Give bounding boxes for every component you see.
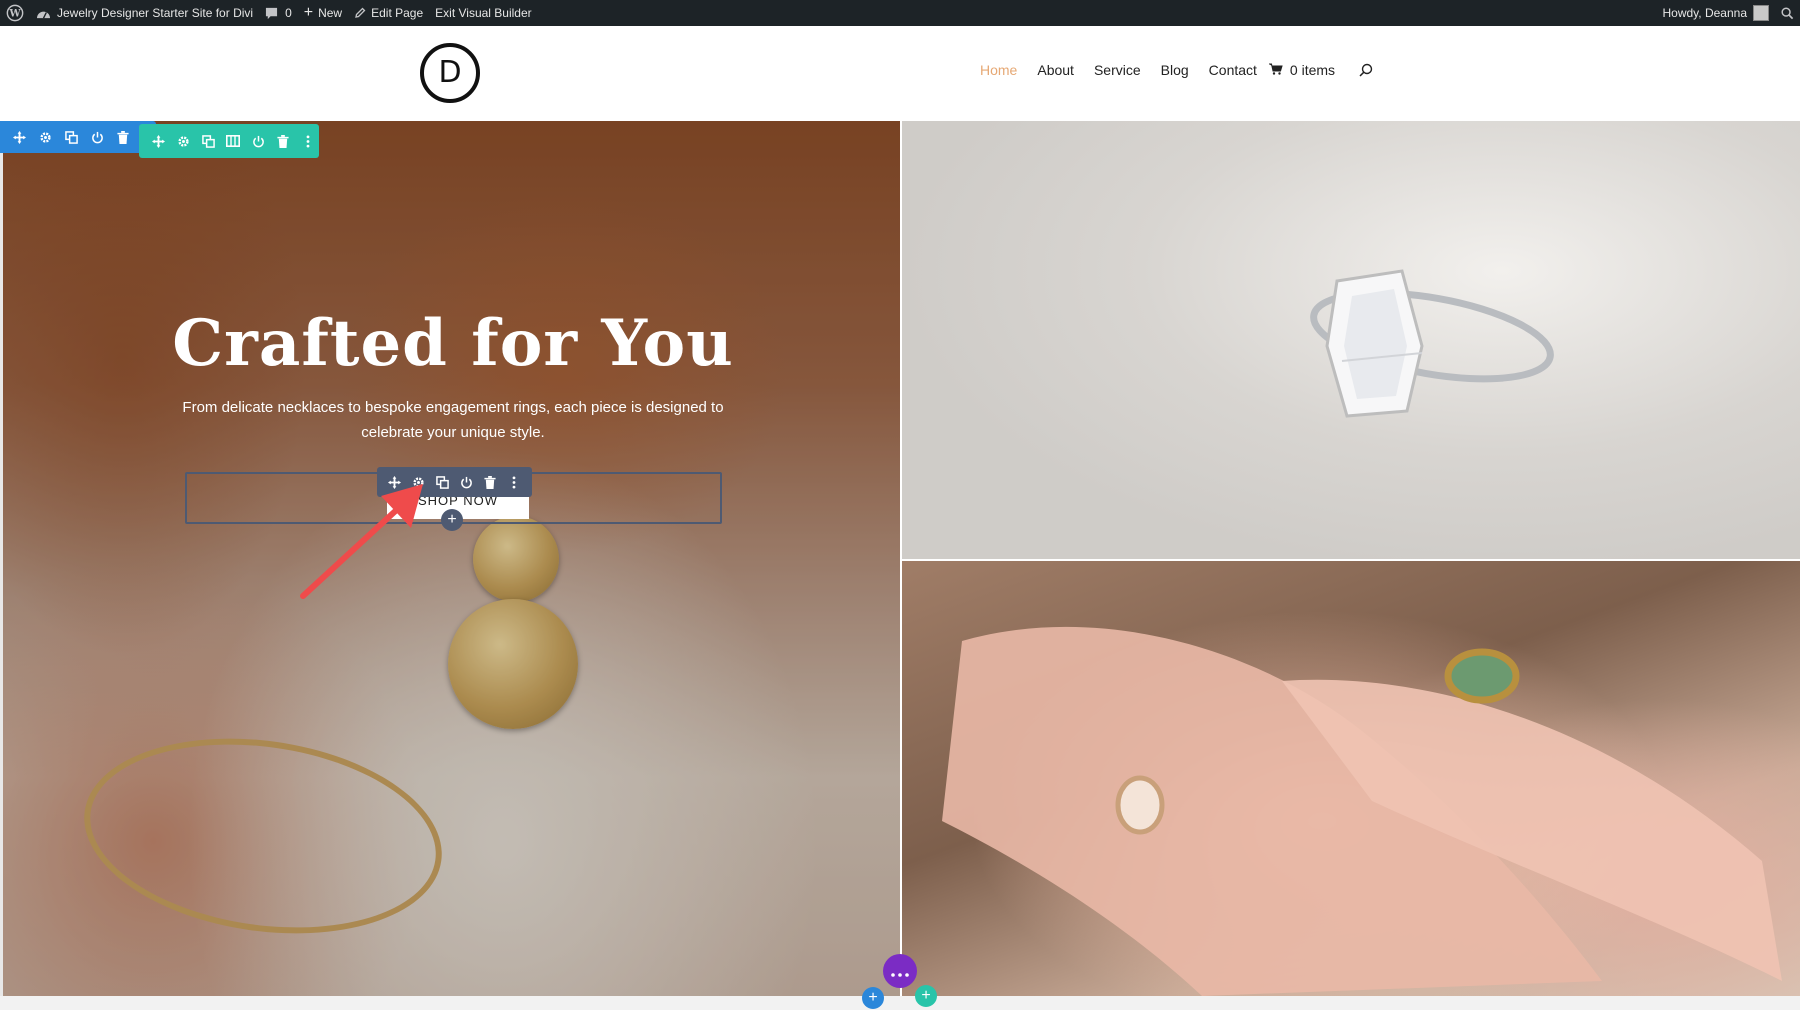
move-icon[interactable] — [149, 132, 167, 150]
ring-illustration — [1310, 269, 1554, 418]
dashboard-icon — [36, 7, 51, 20]
hands-illustration — [942, 626, 1782, 996]
add-row-button[interactable]: + — [915, 985, 937, 1007]
gear-icon[interactable] — [36, 128, 54, 146]
nav-contact[interactable]: Contact — [1209, 62, 1257, 78]
logo-letter: D — [438, 55, 462, 90]
footer-strip — [0, 996, 1800, 1010]
add-section-button[interactable]: + — [862, 987, 884, 1009]
nav-service[interactable]: Service — [1094, 62, 1141, 78]
ring-on-fabric-image — [902, 121, 1800, 559]
new-label: New — [318, 6, 343, 20]
site-title: Jewelry Designer Starter Site for Divi — [57, 6, 254, 20]
section-toolbar — [0, 121, 156, 153]
more-horizontal-icon — [891, 961, 909, 982]
gear-icon[interactable] — [174, 132, 192, 150]
hands-with-rings-image — [902, 561, 1800, 996]
search-icon[interactable] — [1359, 63, 1373, 77]
main-nav: Home About Service Blog Contact 0 items — [980, 62, 1373, 78]
edit-page-link[interactable]: Edit Page — [348, 0, 429, 26]
exit-visual-builder-link[interactable]: Exit Visual Builder — [429, 0, 538, 26]
add-module-button[interactable]: + — [441, 509, 463, 531]
annotation-arrow — [293, 476, 433, 611]
site-header: D Home About Service Blog Contact 0 item… — [0, 26, 1800, 121]
avatar — [1753, 5, 1769, 21]
nav-about[interactable]: About — [1037, 62, 1074, 78]
site-name-link[interactable]: Jewelry Designer Starter Site for Divi — [30, 0, 259, 26]
nav-blog[interactable]: Blog — [1161, 62, 1189, 78]
power-icon[interactable] — [457, 473, 475, 491]
duplicate-icon[interactable] — [62, 128, 80, 146]
site-logo[interactable]: D — [420, 43, 480, 103]
columns-icon[interactable] — [224, 132, 242, 150]
hero-subtitle: From delicate necklaces to bespoke engag… — [182, 399, 724, 441]
row-toolbar — [139, 124, 319, 158]
comment-icon — [265, 7, 278, 20]
trash-icon[interactable] — [274, 132, 292, 150]
plus-icon: + — [303, 4, 314, 21]
hero-overlay — [3, 121, 900, 996]
edit-page-label: Edit Page — [371, 6, 424, 20]
duplicate-icon[interactable] — [434, 473, 452, 491]
hero-title: Crafted for You — [172, 306, 734, 381]
comments-count: 0 — [285, 6, 292, 20]
more-icon[interactable] — [299, 132, 317, 150]
nav-home[interactable]: Home — [980, 62, 1017, 78]
page-settings-button[interactable] — [883, 954, 917, 988]
svg-text:W: W — [8, 9, 21, 20]
duplicate-icon[interactable] — [199, 132, 217, 150]
admin-search-icon[interactable] — [1775, 0, 1800, 26]
power-icon[interactable] — [88, 128, 106, 146]
hero-section: Crafted for You From delicate necklaces … — [0, 121, 900, 996]
exit-builder-label: Exit Visual Builder — [435, 6, 532, 20]
move-icon[interactable] — [10, 128, 28, 146]
cart-label: 0 items — [1289, 62, 1336, 78]
trash-icon[interactable] — [114, 128, 132, 146]
new-content-link[interactable]: + New — [298, 0, 348, 26]
cart-icon — [1268, 62, 1290, 78]
account-menu[interactable]: Howdy, Deanna — [1657, 0, 1776, 26]
greeting: Howdy, Deanna — [1662, 6, 1748, 20]
trash-icon[interactable] — [481, 473, 499, 491]
power-icon[interactable] — [249, 132, 267, 150]
wordpress-logo-icon[interactable]: W — [0, 0, 30, 26]
admin-bar: W Jewelry Designer Starter Site for Divi… — [0, 0, 1800, 26]
comments-link[interactable]: 0 — [259, 0, 298, 26]
cart-link[interactable]: 0 items — [1268, 62, 1336, 78]
pencil-icon — [354, 7, 366, 19]
more-icon[interactable] — [505, 473, 523, 491]
